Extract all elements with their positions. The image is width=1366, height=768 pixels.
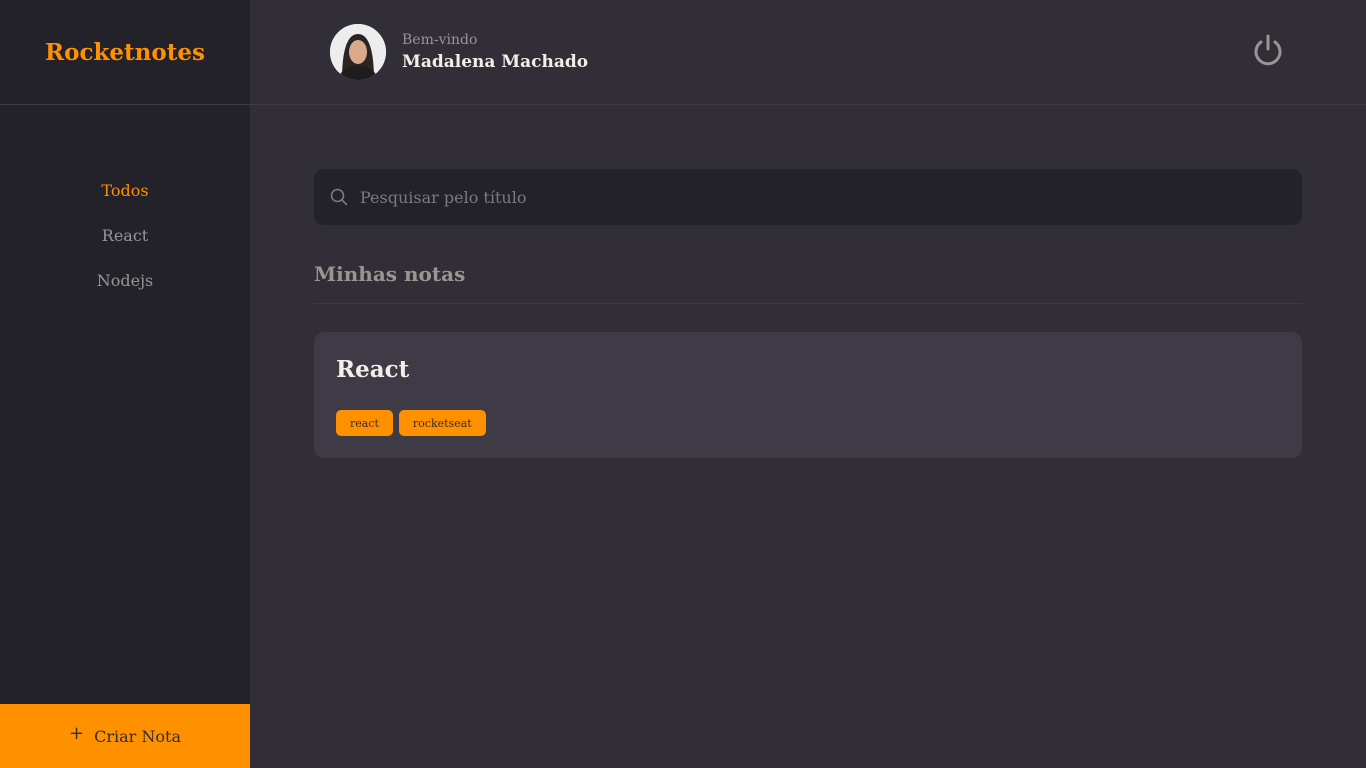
sidebar: Todos React Nodejs (0, 105, 250, 704)
welcome-label: Bem-vindo (402, 32, 478, 48)
power-icon[interactable] (1250, 32, 1286, 68)
sidebar-item-react[interactable]: React (0, 213, 250, 258)
search-field (314, 169, 1302, 225)
header: Bem-vindo Madalena Machado (250, 0, 1366, 105)
avatar[interactable] (330, 24, 386, 80)
search-icon (330, 188, 348, 206)
tag-filter-menu: Todos React Nodejs (0, 105, 250, 303)
note-title: React (336, 356, 410, 383)
sidebar-item-nodejs[interactable]: Nodejs (0, 258, 250, 303)
search-input[interactable] (360, 177, 1260, 217)
section-title: Minhas notas (314, 262, 1302, 304)
note-tags: react rocketseat (336, 410, 486, 436)
note-card[interactable]: React react rocketseat (314, 332, 1302, 458)
user-name[interactable]: Madalena Machado (402, 52, 588, 72)
brand-area: Rocketnotes (0, 0, 250, 105)
create-note-button[interactable]: + Criar Nota (0, 704, 250, 768)
avatar-image (330, 24, 386, 80)
welcome-block: Bem-vindo Madalena Machado (402, 32, 588, 72)
tag-badge: rocketseat (398, 410, 486, 436)
create-note-label: Criar Nota (94, 726, 181, 746)
brand-title: Rocketnotes (45, 38, 205, 66)
plus-icon: + (69, 723, 85, 744)
sidebar-item-todos[interactable]: Todos (0, 168, 250, 213)
app-root: Rocketnotes Todos React Nodejs + Criar N… (0, 0, 1366, 768)
tag-badge: react (336, 410, 393, 436)
